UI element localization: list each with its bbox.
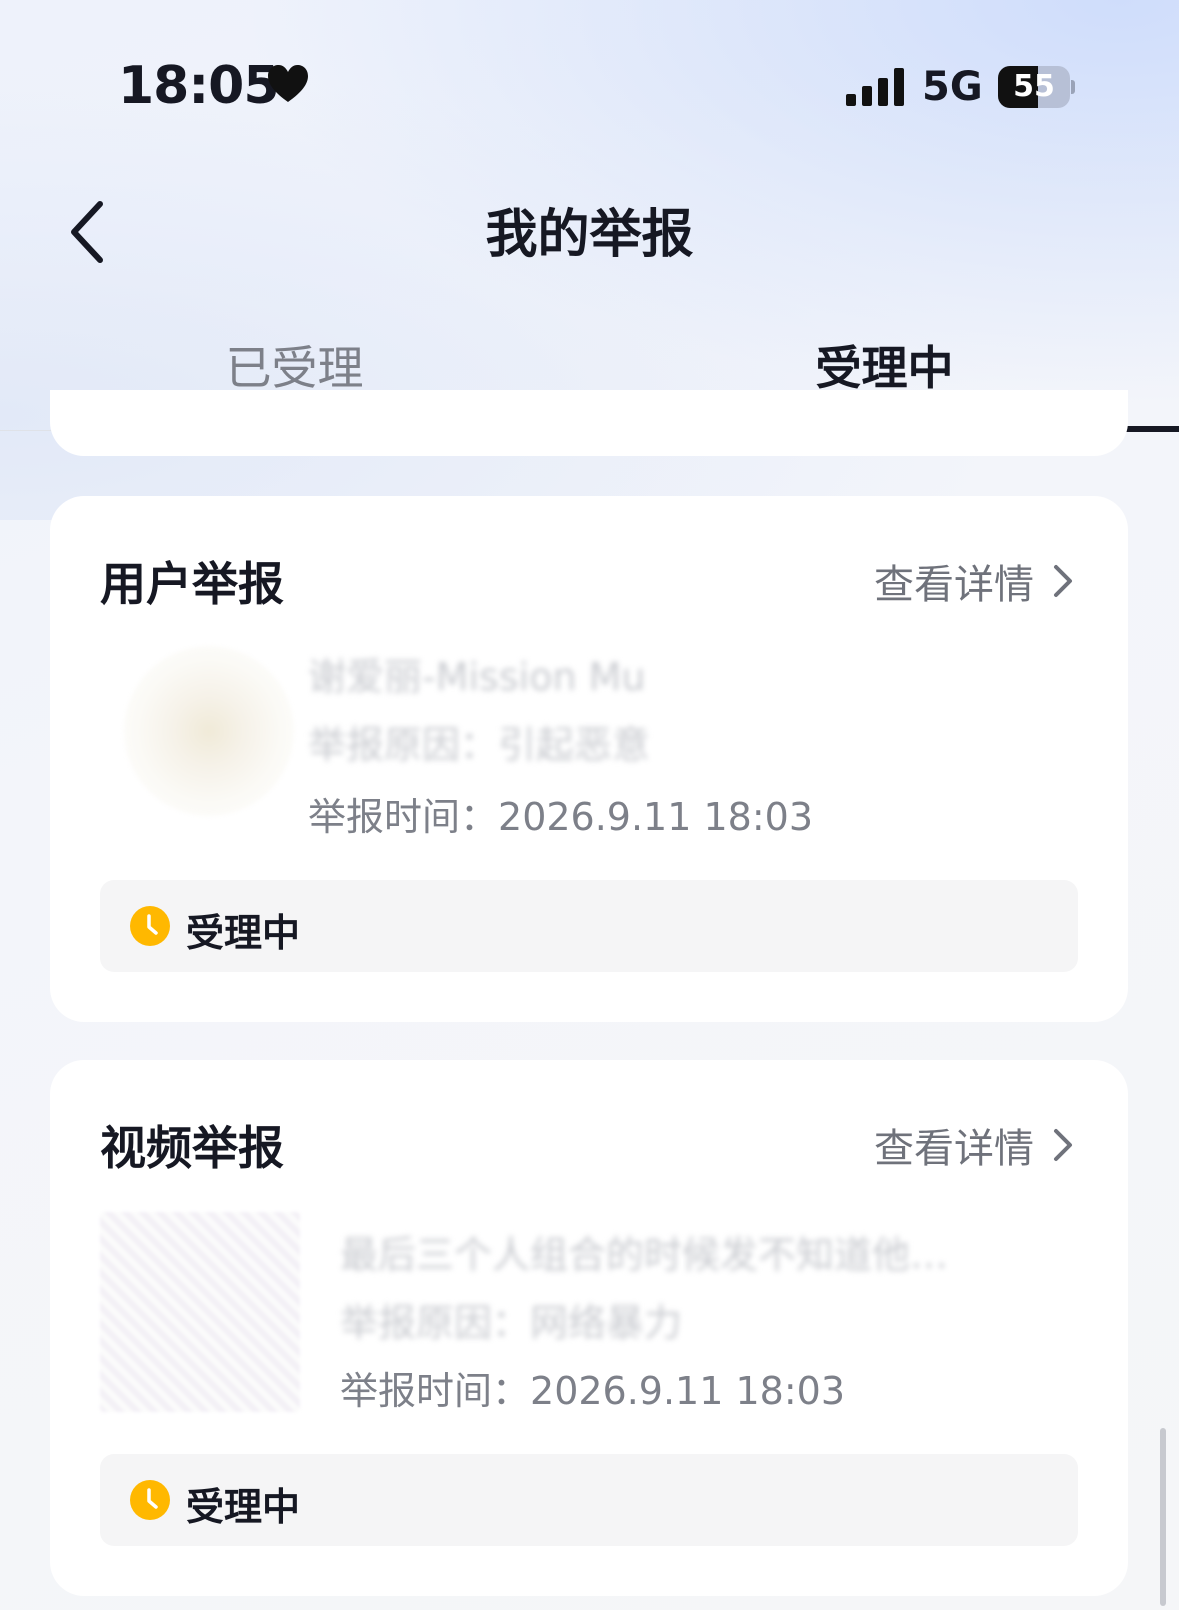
view-details-link[interactable]: 查看详情 [874,552,1076,610]
chevron-right-icon [1054,1129,1072,1161]
video-title: 最后三个人组合的时候发不知道他… [340,1233,949,1277]
network-type: 5G [922,64,983,110]
page-title: 我的举报 [485,205,694,265]
view-details-label: 查看详情 [874,562,1034,608]
tab-processing[interactable]: 受理中 [590,332,1179,398]
report-reason: 举报原因：网络暴力 [340,1301,683,1345]
status-box: 受理中 [100,880,1078,972]
battery-percent: 55 [1013,69,1055,104]
report-type-label: 用户举报 [100,557,284,611]
previous-card-edge [50,390,1128,456]
view-details-link[interactable]: 查看详情 [874,1116,1076,1174]
status-bar: 18:05 5G 55 [0,0,1179,170]
report-reason: 举报原因：引起恶意 [308,723,651,767]
report-time-label: 举报时间： [340,1369,531,1413]
clock-icon [130,1480,170,1520]
report-card-user: 用户举报 查看详情 谢爱丽-Mission Mu 举报原因：引起恶意 举报时间：… [50,496,1128,1022]
report-card-video: 视频举报 查看详情 最后三个人组合的时候发不知道他… 举报原因：网络暴力 举报时… [50,1060,1128,1596]
status-label: 受理中 [186,1485,301,1529]
report-time-value: 2026.9.11 18:03 [530,1369,845,1413]
report-time-label: 举报时间： [308,795,499,839]
heart-icon [268,65,308,102]
battery-icon: 55 [998,66,1075,108]
scrollbar[interactable] [1160,1428,1166,1606]
video-thumbnail [100,1212,300,1412]
status-box: 受理中 [100,1454,1078,1546]
report-time-value: 2026.9.11 18:03 [498,795,813,839]
clock-icon [130,906,170,946]
chevron-right-icon [1054,565,1072,597]
status-label: 受理中 [186,911,301,955]
reported-user-avatar [124,646,294,816]
report-time: 举报时间：2026.9.11 18:03 [308,786,813,841]
view-details-label: 查看详情 [874,1126,1034,1172]
signal-icon [846,68,904,106]
reported-user-name: 谢爱丽-Mission Mu [308,655,646,699]
tab-processed[interactable]: 已受理 [0,332,589,398]
report-time: 举报时间：2026.9.11 18:03 [340,1360,845,1415]
report-type-label: 视频举报 [100,1121,284,1175]
status-time: 18:05 [118,56,280,116]
